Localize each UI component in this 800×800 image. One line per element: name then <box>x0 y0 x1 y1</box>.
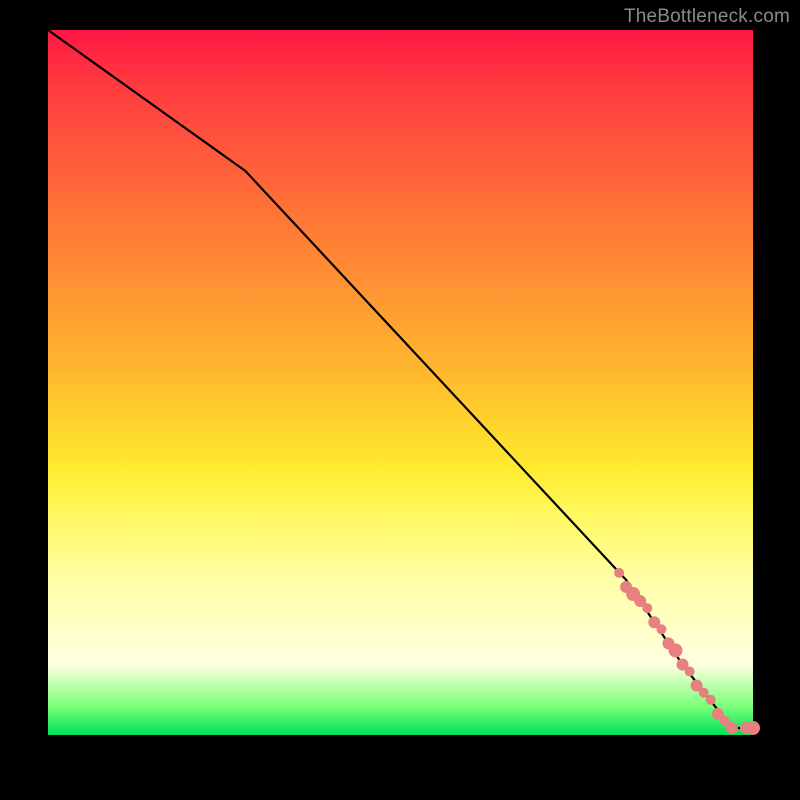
chart-overlay <box>48 30 753 735</box>
data-marker <box>642 603 652 613</box>
data-marker <box>706 695 716 705</box>
chart-frame: TheBottleneck.com <box>0 0 800 800</box>
data-marker <box>656 624 666 634</box>
data-marker <box>669 643 683 657</box>
data-marker <box>746 721 760 735</box>
data-marker <box>685 667 695 677</box>
markers-group <box>614 568 760 735</box>
data-marker <box>699 688 709 698</box>
data-marker <box>614 568 624 578</box>
watermark-text: TheBottleneck.com <box>624 6 790 28</box>
curve-line <box>48 30 753 728</box>
data-marker <box>726 722 738 734</box>
